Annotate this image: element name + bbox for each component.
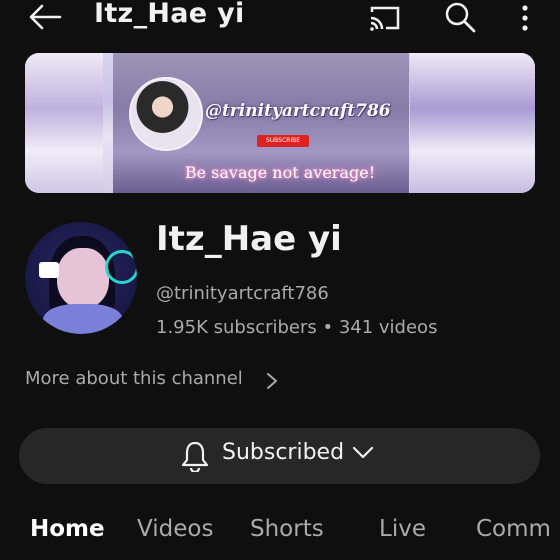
tab-community[interactable]: Comm bbox=[476, 516, 551, 542]
chevron-right-icon[interactable] bbox=[266, 372, 278, 390]
capcut-logo-icon bbox=[39, 262, 59, 278]
banner-avatar bbox=[129, 77, 203, 151]
cast-icon[interactable] bbox=[368, 4, 402, 32]
tab-videos[interactable]: Videos bbox=[137, 516, 213, 542]
channel-handle: @trinityartcraft786 bbox=[156, 283, 329, 304]
circle-logo-icon bbox=[105, 250, 137, 284]
chevron-down-icon[interactable] bbox=[352, 446, 374, 460]
more-vert-icon[interactable] bbox=[515, 2, 535, 34]
channel-stats: 1.95K subscribers • 341 videos bbox=[156, 317, 438, 338]
page-title: Itz_Hae yi bbox=[94, 0, 245, 29]
bell-icon[interactable] bbox=[180, 440, 210, 472]
search-icon[interactable] bbox=[444, 1, 476, 33]
back-arrow-icon[interactable] bbox=[28, 2, 62, 32]
subscribed-label[interactable]: Subscribed bbox=[222, 440, 344, 465]
banner-handle: @trinityartcraft786 bbox=[205, 101, 391, 121]
top-app-bar: Itz_Hae yi bbox=[0, 0, 560, 40]
channel-tabs: Home Videos Shorts Live Comm bbox=[0, 510, 560, 560]
tab-live[interactable]: Live bbox=[379, 516, 426, 542]
channel-avatar[interactable] bbox=[25, 222, 137, 334]
banner-subscribe-badge: SUBSCRIBE bbox=[257, 135, 309, 147]
tab-shorts[interactable]: Shorts bbox=[250, 516, 324, 542]
more-about-channel-link[interactable]: More about this channel bbox=[25, 368, 243, 389]
channel-name: Itz_Hae yi bbox=[156, 219, 342, 259]
banner-tagline: Be savage not average! bbox=[184, 163, 376, 182]
channel-banner: @trinityartcraft786 SUBSCRIBE Be savage … bbox=[25, 53, 535, 193]
tab-home[interactable]: Home bbox=[30, 516, 105, 542]
